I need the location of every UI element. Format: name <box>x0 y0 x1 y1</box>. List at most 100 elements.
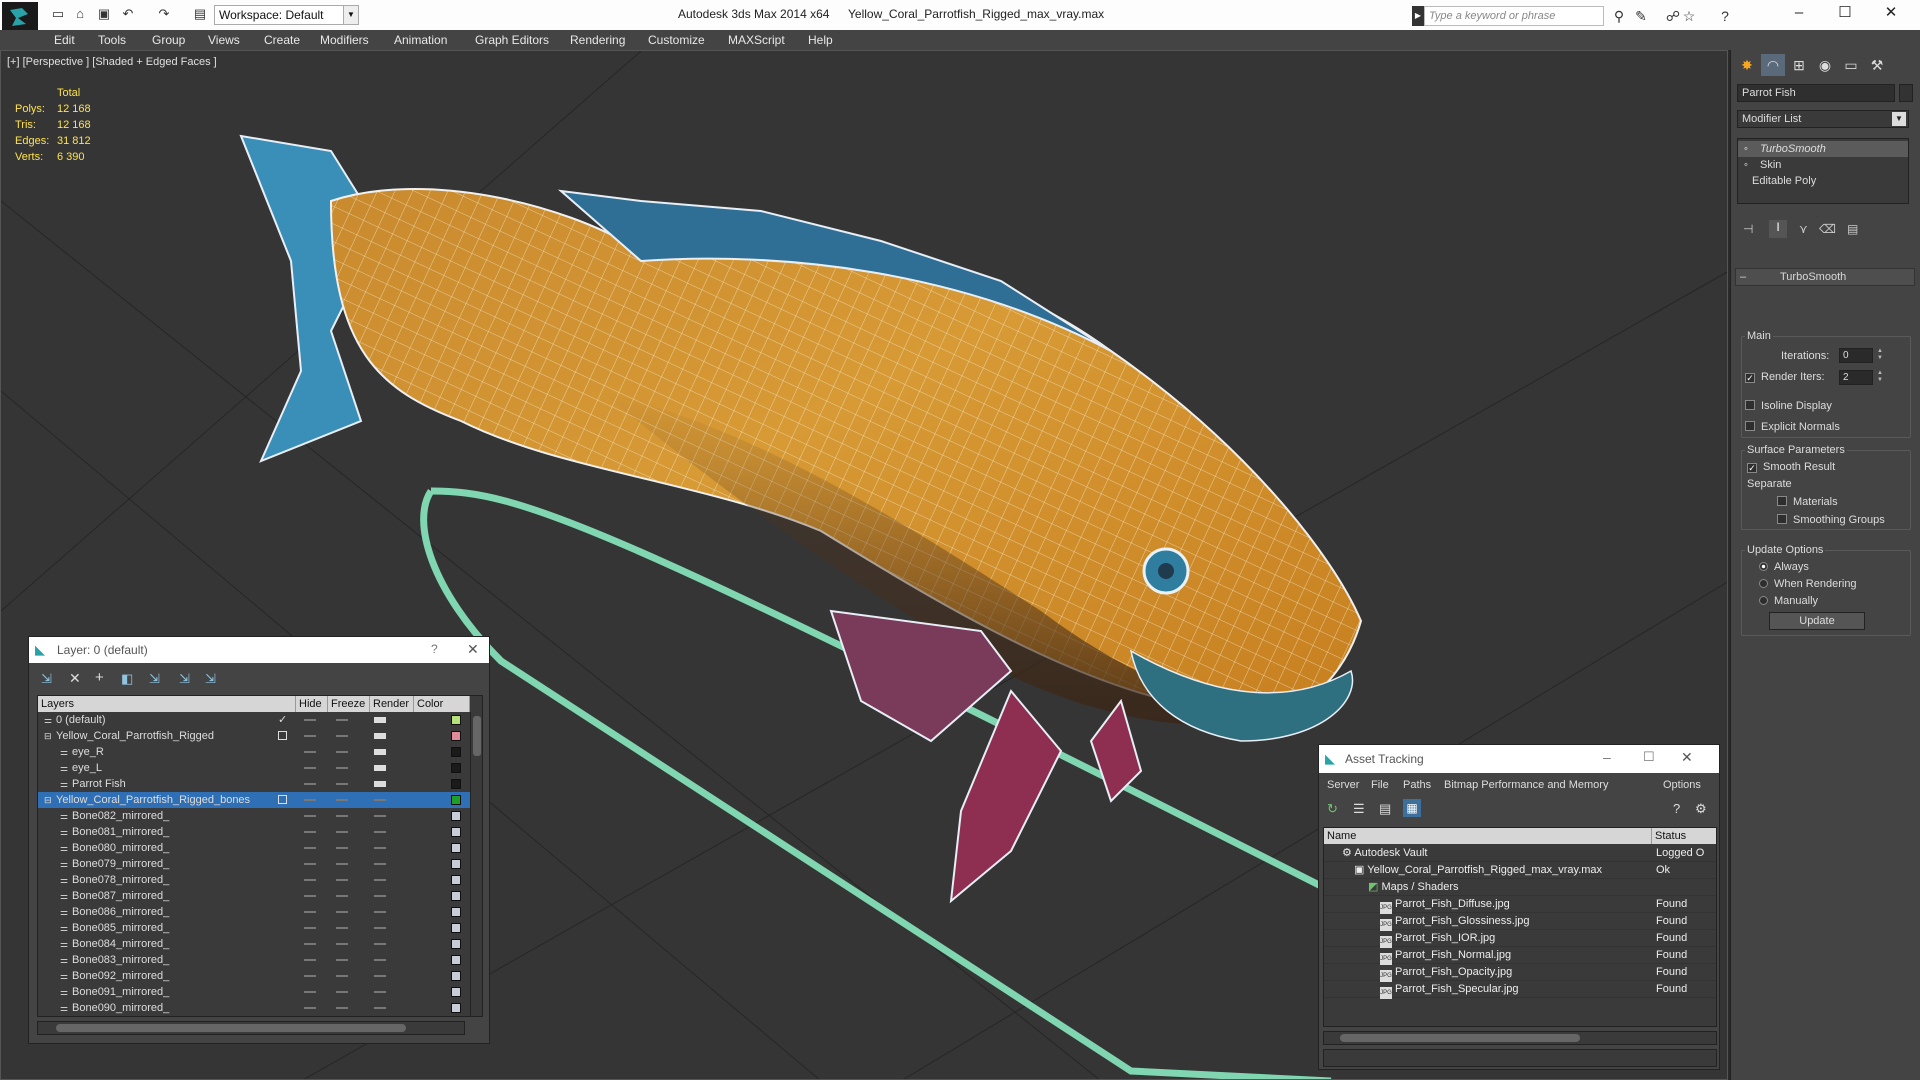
layer-row[interactable]: ⚌ Bone090_mirrored_ <box>38 1000 482 1016</box>
hide-toggle[interactable] <box>304 751 316 753</box>
layer-object-icon[interactable]: ⚌ <box>60 808 68 824</box>
asset-menu-paths[interactable]: Paths <box>1403 779 1431 791</box>
hide-toggle[interactable] <box>304 943 316 945</box>
col-render[interactable]: Render <box>370 696 414 712</box>
hide-toggle[interactable] <box>304 831 316 833</box>
freeze-toggle[interactable] <box>336 991 348 993</box>
layer-row[interactable]: ⚌ 0 (default) ✓ <box>38 712 482 728</box>
col-hide[interactable]: Hide <box>296 696 328 712</box>
layers-hscrollbar[interactable] <box>37 1021 465 1035</box>
layer-row[interactable]: ⚌ Parrot Fish <box>38 776 482 792</box>
when-rendering-radio[interactable] <box>1759 579 1768 588</box>
freeze-toggle[interactable] <box>336 1007 348 1009</box>
freeze-toggle[interactable] <box>336 911 348 913</box>
layer-row[interactable]: ⚌ Bone082_mirrored_ <box>38 808 482 824</box>
hide-toggle[interactable] <box>304 959 316 961</box>
asset-row[interactable]: JPG Parrot_Fish_Diffuse.jpg Found <box>1324 896 1716 914</box>
layer-object-icon[interactable]: ⚌ <box>60 856 68 872</box>
menu-help[interactable]: Help <box>808 33 833 47</box>
layer-row[interactable]: ⚌ Bone079_mirrored_ <box>38 856 482 872</box>
layer-color-swatch[interactable] <box>451 939 461 949</box>
hscroll-thumb[interactable] <box>56 1024 406 1032</box>
freeze-toggle[interactable] <box>336 975 348 977</box>
hide-all-icon[interactable]: ⇲ <box>179 671 190 687</box>
col-status[interactable]: Status <box>1652 828 1716 844</box>
asset-row[interactable]: JPG Parrot_Fish_IOR.jpg Found <box>1324 930 1716 948</box>
layer-row[interactable]: ⚌ eye_R <box>38 744 482 760</box>
layer-row[interactable]: ⚌ Bone086_mirrored_ <box>38 904 482 920</box>
set-active-icon[interactable] <box>278 731 287 740</box>
menu-group[interactable]: Group <box>152 33 185 47</box>
menu-animation[interactable]: Animation <box>394 33 447 47</box>
layer-object-icon[interactable]: ⚌ <box>60 920 68 936</box>
layer-color-swatch[interactable] <box>451 923 461 933</box>
chevron-down-icon[interactable]: ▼ <box>343 5 359 25</box>
hide-toggle[interactable] <box>304 799 316 801</box>
tree-view-icon[interactable]: ▤ <box>1379 801 1391 817</box>
object-name-field[interactable]: Parrot Fish <box>1737 84 1895 102</box>
configure-sets-icon[interactable]: ▤ <box>1847 222 1858 236</box>
always-radio[interactable] <box>1759 562 1768 571</box>
layer-dialog-titlebar[interactable]: ◣ Layer: 0 (default) ? ✕ <box>29 637 489 663</box>
asset-menu-options[interactable]: Options <box>1663 779 1701 791</box>
create-tab-icon[interactable]: ✸ <box>1735 54 1759 76</box>
col-freeze[interactable]: Freeze <box>328 696 370 712</box>
hide-toggle[interactable] <box>304 895 316 897</box>
smoothing-groups-checkbox[interactable] <box>1777 514 1787 524</box>
layer-color-swatch[interactable] <box>451 731 461 741</box>
delete-layer-icon[interactable]: ✕ <box>69 670 81 687</box>
hide-toggle[interactable] <box>304 1007 316 1009</box>
new-layer-icon[interactable]: ⇲ <box>41 671 52 687</box>
freeze-toggle[interactable] <box>336 783 348 785</box>
layers-scrollbar[interactable] <box>470 712 482 1016</box>
chevron-down-icon[interactable]: ▼ <box>1892 112 1906 126</box>
layer-row[interactable]: ⚌ Bone083_mirrored_ <box>38 952 482 968</box>
layer-color-swatch[interactable] <box>451 715 461 725</box>
freeze-toggle[interactable] <box>336 751 348 753</box>
explicit-normals-checkbox[interactable] <box>1745 421 1755 431</box>
hide-toggle[interactable] <box>304 719 316 721</box>
asset-row[interactable]: JPG Parrot_Fish_Glossiness.jpg Found <box>1324 913 1716 931</box>
list-view-icon[interactable]: ☰ <box>1353 801 1365 817</box>
motion-tab-icon[interactable]: ◉ <box>1813 54 1837 76</box>
render-toggle[interactable] <box>374 911 386 913</box>
object-color-swatch[interactable] <box>1899 84 1913 102</box>
hide-toggle[interactable] <box>304 815 316 817</box>
render-iters-row[interactable]: ✓ Render Iters: <box>1745 371 1825 383</box>
layer-color-swatch[interactable] <box>451 843 461 853</box>
layer-color-swatch[interactable] <box>451 955 461 965</box>
select-objects-icon[interactable]: ◧ <box>121 671 133 687</box>
help-icon[interactable]: ? <box>431 642 438 656</box>
render-toggle[interactable] <box>374 815 386 817</box>
materials-row[interactable]: Materials <box>1777 496 1838 508</box>
layer-group-icon[interactable]: ⊟ <box>44 792 52 808</box>
layer-object-icon[interactable]: ⚌ <box>60 872 68 888</box>
hide-toggle[interactable] <box>304 735 316 737</box>
close-icon[interactable]: ✕ <box>1681 749 1693 766</box>
render-toggle[interactable] <box>374 781 386 787</box>
close-icon[interactable]: ✕ <box>467 641 479 658</box>
layer-color-swatch[interactable] <box>451 779 461 789</box>
render-toggle[interactable] <box>374 799 386 801</box>
layer-object-icon[interactable]: ⚌ <box>44 712 52 728</box>
redo-icon[interactable]: ↷ <box>156 6 172 22</box>
when-rendering-row[interactable]: When Rendering <box>1759 578 1857 590</box>
search-expand-icon[interactable]: ▶ <box>1412 6 1424 26</box>
display-tab-icon[interactable]: ▭ <box>1839 54 1863 76</box>
col-layers[interactable]: Layers <box>38 696 296 712</box>
manually-radio[interactable] <box>1759 596 1768 605</box>
layer-color-swatch[interactable] <box>451 1003 461 1013</box>
save-icon[interactable]: ▣ <box>96 6 112 22</box>
render-toggle[interactable] <box>374 879 386 881</box>
menu-customize[interactable]: Customize <box>648 33 705 47</box>
freeze-toggle[interactable] <box>336 719 348 721</box>
layer-color-swatch[interactable] <box>451 971 461 981</box>
freeze-toggle[interactable] <box>336 879 348 881</box>
asset-row[interactable]: ◩ Maps / Shaders <box>1324 879 1716 896</box>
asset-path-field[interactable] <box>1323 1049 1717 1067</box>
freeze-toggle[interactable] <box>336 735 348 737</box>
hierarchy-tab-icon[interactable]: ⊞ <box>1787 54 1811 76</box>
help-icon[interactable]: ? <box>1673 801 1680 816</box>
asset-menu-bitmap[interactable]: Bitmap Performance and Memory <box>1444 779 1608 791</box>
render-toggle[interactable] <box>374 959 386 961</box>
